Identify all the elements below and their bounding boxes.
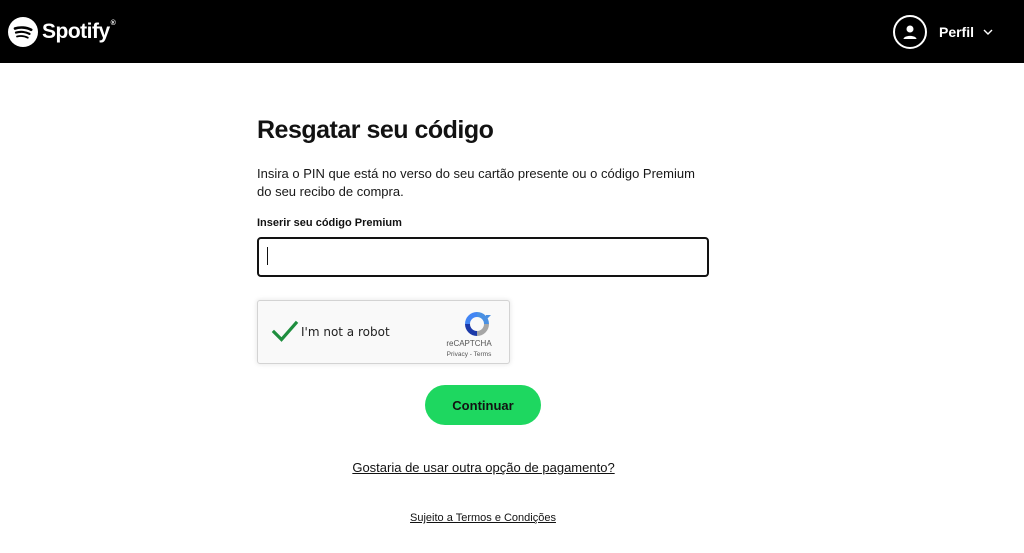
spotify-logo[interactable]: Spotify® [8,16,116,47]
profile-label: Perfil [938,23,974,40]
code-field-label: Inserir seu código Premium [257,217,402,229]
recaptcha-links: Privacy - Terms [439,351,499,358]
spotify-logo-icon [8,16,38,47]
recaptcha-privacy-link[interactable]: Privacy [447,351,468,358]
recaptcha-widget: I'm not a robot reCAPTCHA Privacy - Term… [257,300,510,364]
premium-code-input[interactable] [257,237,709,277]
terms-link[interactable]: Sujeito a Termos e Condições [398,512,568,524]
profile-menu-button[interactable]: Perfil [892,14,994,49]
redeem-form: Resgatar seu código Insira o PIN que est… [257,116,709,524]
user-icon [903,25,917,39]
text-caret [267,247,268,265]
recaptcha-checkbox-checked-icon[interactable] [271,318,299,346]
recaptcha-label: I'm not a robot [301,325,390,339]
chevron-down-icon [983,29,993,35]
recaptcha-logo-icon [465,312,491,336]
brand-name: Spotify® [42,19,116,43]
code-input-wrapper [257,237,709,277]
recaptcha-terms-link[interactable]: Terms [474,351,492,358]
continue-button[interactable]: Continuar [425,385,541,425]
recaptcha-brand: reCAPTCHA [446,339,492,348]
other-payment-link[interactable]: Gostaria de usar outra opção de pagament… [346,460,621,475]
page-description: Insira o PIN que está no verso do seu ca… [257,166,695,199]
avatar [892,14,927,49]
top-navbar: Spotify® Perfil [0,0,1024,63]
page-title: Resgatar seu código [257,116,494,144]
